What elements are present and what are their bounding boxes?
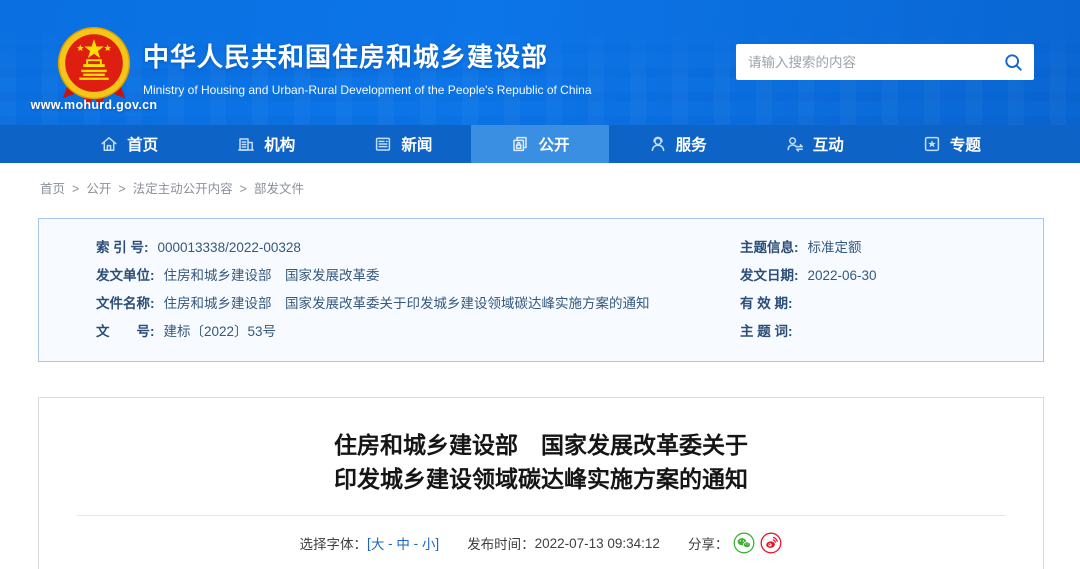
breadcrumb-separator: > [118, 182, 126, 196]
doc-info-left-column: 索 引 号: 000013338/2022-00328 发文单位: 住房和城乡建设部… [39, 234, 740, 346]
font-select-bracket-close: ] [435, 535, 440, 551]
nav-item-label: 机构 [264, 137, 296, 154]
nav-item-organization[interactable]: 机构 [197, 125, 334, 163]
site-title: 中华人民共和国住房和城乡建设部 [143, 42, 549, 72]
org-icon [238, 138, 255, 151]
nav-item-label: 专题 [949, 137, 981, 154]
article-title-line1: 住房和城乡建设部 国家发展改革委关于 [334, 432, 748, 458]
nav-item-news[interactable]: 新闻 [334, 125, 471, 163]
article-title-line2: 印发城乡建设领域碳达峰实施方案的通知 [334, 466, 748, 492]
nav-item-label: 服务 [675, 137, 707, 154]
site-header: www.mohurd.gov.cn 中华人民共和国住房和城乡建设部 Minist… [0, 0, 1080, 125]
doc-info-right-column: 主题信息: 标准定额 发文日期: 2022-06-30 有 效 期: 主 题 词: [740, 234, 1043, 346]
font-select-separator: - [409, 535, 422, 551]
article-box: 住房和城乡建设部 国家发展改革委关于 印发城乡建设领域碳达峰实施方案的通知 选择… [38, 397, 1044, 569]
news-icon [376, 137, 391, 151]
search-input[interactable] [736, 54, 992, 70]
main-navigation: 首页 机构 新闻 公开 服务 互动 专题 [0, 125, 1080, 163]
site-subtitle-english: Ministry of Housing and Urban-Rural Deve… [143, 83, 592, 97]
share-group: 分享： [688, 532, 783, 554]
info-row-document-number: 文 号: 建标〔2022〕53号 [96, 318, 740, 346]
font-size-large-button[interactable]: 大 [371, 533, 385, 553]
font-size-small-button[interactable]: 小 [422, 533, 436, 553]
title-divider [76, 515, 1006, 516]
field-value: 000013338/2022-00328 [157, 240, 301, 255]
search-box [736, 44, 1034, 80]
field-label: 索 引 号: [96, 240, 149, 255]
breadcrumb-separator: > [72, 182, 80, 196]
nav-item-home[interactable]: 首页 [60, 125, 197, 163]
font-size-selector: 选择字体： [ 大 - 中 - 小 ] [300, 533, 440, 553]
breadcrumb-current: 部发文件 [253, 182, 304, 196]
info-row-validity-period: 有 效 期: [740, 290, 1043, 318]
topics-icon [924, 136, 940, 152]
breadcrumb-home[interactable]: 首页 [40, 182, 65, 196]
nav-item-label: 互动 [812, 137, 844, 154]
info-row-subject-info: 主题信息: 标准定额 [740, 234, 1043, 262]
weibo-share-icon[interactable] [760, 532, 782, 554]
field-label: 主题信息: [740, 240, 799, 255]
wechat-share-icon[interactable] [733, 532, 755, 554]
nav-item-topics[interactable]: 专题 [883, 125, 1020, 163]
breadcrumb-separator: > [239, 182, 247, 196]
info-row-issuing-unit: 发文单位: 住房和城乡建设部 国家发展改革委 [96, 262, 740, 290]
font-size-medium-button[interactable]: 中 [396, 533, 410, 553]
disclosure-icon [513, 136, 528, 152]
field-value: 标准定额 [807, 240, 862, 255]
interaction-icon [787, 137, 803, 152]
field-value: 2022-06-30 [807, 268, 877, 283]
article-meta-row: 选择字体： [ 大 - 中 - 小 ] 发布时间： 2022-07-13 09:… [39, 532, 1043, 554]
search-button[interactable] [992, 44, 1034, 80]
field-label: 发文单位: [96, 268, 155, 283]
article-title: 住房和城乡建设部 国家发展改革委关于 印发城乡建设领域碳达峰实施方案的通知 [39, 428, 1043, 496]
field-label: 文件名称: [96, 296, 155, 311]
field-label: 有 效 期: [740, 296, 793, 311]
field-value: 住房和城乡建设部 国家发展改革委关于印发城乡建设领域碳达峰实施方案的通知 [163, 296, 650, 311]
field-label: 主 题 词: [740, 324, 793, 339]
field-label: 文 号: [96, 324, 155, 339]
nav-item-label: 首页 [127, 137, 159, 154]
share-label: 分享： [687, 537, 729, 552]
document-info-box: 索 引 号: 000013338/2022-00328 发文单位: 住房和城乡建设部… [38, 218, 1044, 362]
publish-time-value: 2022-07-13 09:34:12 [534, 535, 660, 551]
home-icon [101, 137, 117, 151]
info-row-issue-date: 发文日期: 2022-06-30 [740, 262, 1043, 290]
breadcrumb-statutory-content[interactable]: 法定主动公开内容 [133, 182, 233, 196]
field-value: 住房和城乡建设部 国家发展改革委 [163, 268, 380, 283]
field-label: 发文日期: [740, 268, 799, 283]
font-select-separator: - [384, 535, 397, 551]
publish-time: 发布时间： 2022-07-13 09:34:12 [467, 533, 660, 553]
breadcrumb-disclosure[interactable]: 公开 [86, 182, 111, 196]
search-icon [1004, 53, 1022, 71]
font-select-label: 选择字体： [299, 537, 368, 552]
nav-item-services[interactable]: 服务 [609, 125, 746, 163]
info-row-subject-words: 主 题 词: [740, 318, 1043, 346]
breadcrumb: 首页 > 公开 > 法定主动公开内容 > 部发文件 [40, 178, 1080, 197]
publish-time-label: 发布时间： [467, 537, 535, 552]
service-icon [651, 136, 664, 152]
nav-item-label: 公开 [538, 137, 570, 154]
nav-item-label: 新闻 [401, 137, 433, 154]
site-url: www.mohurd.gov.cn [30, 98, 158, 112]
nav-item-disclosure[interactable]: 公开 [471, 125, 609, 163]
info-row-document-name: 文件名称: 住房和城乡建设部 国家发展改革委关于印发城乡建设领域碳达峰实施方案的通… [96, 290, 740, 318]
nav-item-interaction[interactable]: 互动 [746, 125, 883, 163]
site-titles: 中华人民共和国住房和城乡建设部 Ministry of Housing and … [143, 37, 592, 97]
field-value: 建标〔2022〕53号 [163, 324, 277, 339]
info-row-index-number: 索 引 号: 000013338/2022-00328 [96, 234, 740, 262]
